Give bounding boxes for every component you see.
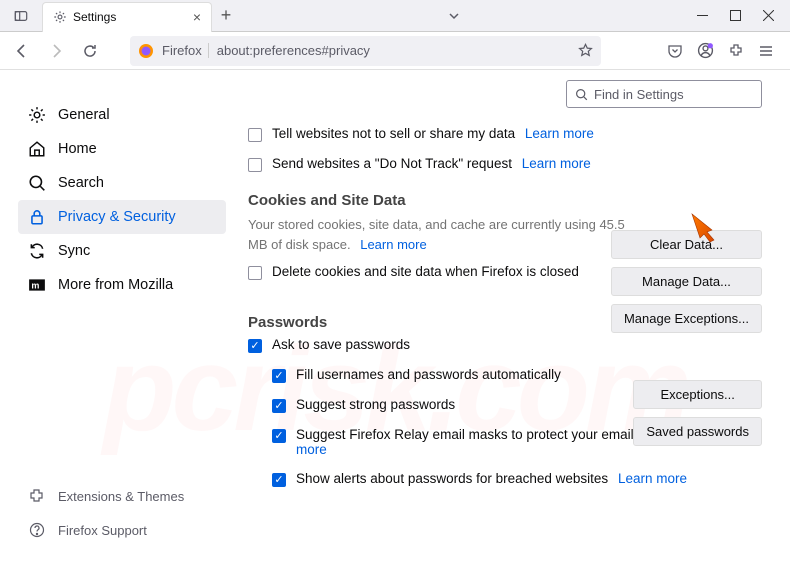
extensions-icon[interactable] [728, 43, 744, 59]
url-bar[interactable]: Firefox about:preferences#privacy [130, 36, 601, 66]
checkbox-relay-masks[interactable] [272, 429, 286, 443]
annotation-arrow-icon [688, 210, 722, 244]
sidebar-label: Search [58, 175, 104, 191]
tab-close-icon[interactable]: × [193, 9, 201, 25]
learn-more-link[interactable]: Learn more [525, 126, 594, 141]
window-controls [697, 10, 790, 21]
sidebar-firefox-support[interactable]: Firefox Support [18, 513, 226, 547]
sidebar-foot-label: Extensions & Themes [58, 489, 184, 504]
search-icon [28, 174, 46, 192]
pocket-icon[interactable] [667, 43, 683, 59]
gear-icon [53, 10, 67, 24]
settings-search-input[interactable]: Find in Settings [566, 80, 762, 108]
sidebar-label: Sync [58, 243, 90, 259]
back-button[interactable] [8, 37, 36, 65]
settings-sidebar: General Home Search Privacy & Security S… [0, 70, 226, 561]
do-not-track-label: Send websites a "Do Not Track" request [272, 156, 512, 171]
maximize-button[interactable] [730, 10, 741, 21]
svg-text:m: m [31, 280, 39, 290]
settings-main: Find in Settings Tell websites not to se… [226, 70, 790, 561]
checkbox-do-not-track[interactable] [248, 158, 262, 172]
checkbox-fill-passwords[interactable] [272, 369, 286, 383]
sidebar-item-sync[interactable]: Sync [18, 234, 226, 268]
tab-title: Settings [73, 10, 187, 24]
sidebar-item-search[interactable]: Search [18, 166, 226, 200]
delete-on-close-label: Delete cookies and site data when Firefo… [272, 264, 579, 279]
url-brand: Firefox [162, 43, 209, 58]
close-window-button[interactable] [763, 10, 774, 21]
search-placeholder: Find in Settings [594, 87, 684, 102]
sidebar-item-home[interactable]: Home [18, 132, 226, 166]
lock-icon [28, 208, 46, 226]
checkbox-ask-save-passwords[interactable] [248, 339, 262, 353]
learn-more-link[interactable]: Learn more [360, 237, 426, 252]
reload-button[interactable] [76, 37, 104, 65]
bookmark-star-icon[interactable] [578, 43, 593, 58]
checkbox-delete-on-close[interactable] [248, 266, 262, 280]
mozilla-icon: m [28, 276, 46, 294]
tab-settings[interactable]: Settings × [42, 2, 212, 32]
help-icon [28, 521, 46, 539]
cookies-description: Your stored cookies, site data, and cach… [248, 215, 638, 254]
checkbox-breach-alerts[interactable] [272, 473, 286, 487]
ask-save-label: Ask to save passwords [272, 337, 410, 352]
suggest-label: Suggest strong passwords [296, 397, 455, 412]
tab-strip-dropdown[interactable] [0, 9, 42, 23]
puzzle-icon [28, 487, 46, 505]
sidebar-label: General [58, 107, 110, 123]
gear-icon [28, 106, 46, 124]
sidebar-foot-label: Firefox Support [58, 523, 147, 538]
new-tab-button[interactable]: + [212, 5, 240, 26]
sidebar-item-more-mozilla[interactable]: m More from Mozilla [18, 268, 226, 302]
sidebar-item-general[interactable]: General [18, 98, 226, 132]
clear-data-button[interactable]: Clear Data... [611, 230, 762, 259]
sidebar-label: More from Mozilla [58, 277, 173, 293]
forward-button[interactable] [42, 37, 70, 65]
manage-data-button[interactable]: Manage Data... [611, 267, 762, 296]
firefox-logo-icon [138, 43, 154, 59]
home-icon [28, 140, 46, 158]
manage-exceptions-button[interactable]: Manage Exceptions... [611, 304, 762, 333]
titlebar: Settings × + [0, 0, 790, 32]
sidebar-extensions-themes[interactable]: Extensions & Themes [18, 479, 226, 513]
relay-label: Suggest Firefox Relay email masks to pro… [296, 427, 685, 442]
sidebar-label: Home [58, 141, 97, 157]
alerts-label: Show alerts about passwords for breached… [296, 471, 608, 486]
password-exceptions-button[interactable]: Exceptions... [633, 380, 762, 409]
checkbox-do-not-sell[interactable] [248, 128, 262, 142]
cookies-heading: Cookies and Site Data [248, 192, 762, 209]
saved-passwords-button[interactable]: Saved passwords [633, 417, 762, 446]
do-not-sell-label: Tell websites not to sell or share my da… [272, 126, 515, 141]
sidebar-label: Privacy & Security [58, 209, 176, 225]
learn-more-link[interactable]: Learn more [522, 156, 591, 171]
fill-label: Fill usernames and passwords automatical… [296, 367, 561, 382]
checkbox-suggest-strong[interactable] [272, 399, 286, 413]
sync-icon [28, 242, 46, 260]
minimize-button[interactable] [697, 10, 708, 21]
learn-more-link[interactable]: Learn more [618, 471, 687, 486]
account-icon[interactable] [697, 42, 714, 59]
navigation-toolbar: Firefox about:preferences#privacy [0, 32, 790, 70]
sidebar-item-privacy[interactable]: Privacy & Security [18, 200, 226, 234]
tabs-chevron-icon[interactable] [448, 10, 460, 22]
url-text: about:preferences#privacy [217, 43, 570, 58]
menu-icon[interactable] [758, 43, 774, 59]
